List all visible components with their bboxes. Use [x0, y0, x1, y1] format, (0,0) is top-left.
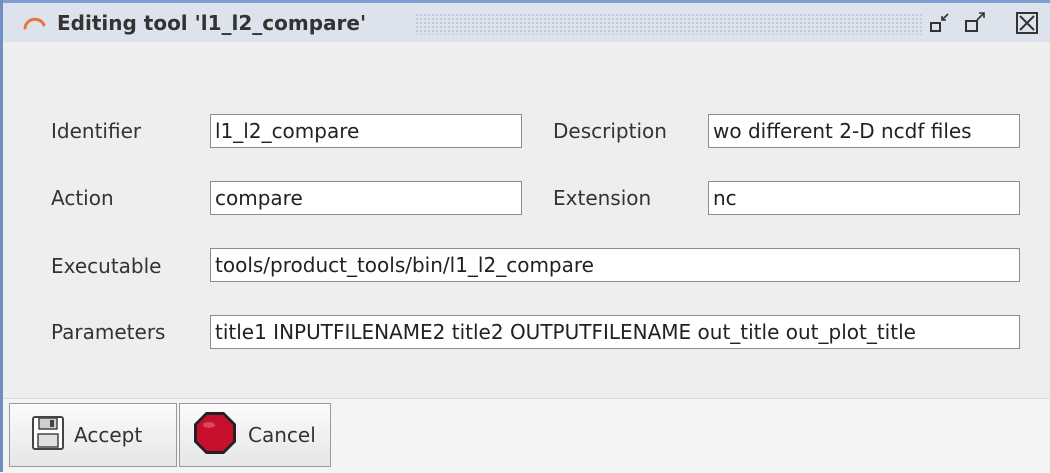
executable-label: Executable: [51, 254, 162, 278]
floppy-disk-icon: [32, 416, 64, 454]
form-panel: Identifier Description Action Extension …: [3, 42, 1050, 398]
description-field[interactable]: [708, 114, 1020, 148]
minimize-window-icon: [928, 11, 952, 39]
spinner-arc-icon: [21, 11, 47, 37]
maximize-window-icon: [963, 11, 987, 39]
stop-sign-icon: [192, 410, 238, 460]
description-label: Description: [553, 119, 667, 143]
accept-button[interactable]: Accept: [9, 403, 177, 467]
identifier-field[interactable]: [210, 114, 522, 148]
parameters-label: Parameters: [51, 320, 166, 344]
executable-field[interactable]: [210, 248, 1020, 282]
extension-label: Extension: [553, 186, 652, 210]
title-bar-texture: [415, 13, 923, 35]
cancel-label: Cancel: [248, 423, 316, 447]
window-title: Editing tool 'l1_l2_compare': [57, 11, 367, 35]
cancel-button[interactable]: Cancel: [179, 403, 331, 467]
parameters-field[interactable]: [210, 315, 1020, 349]
accept-label: Accept: [74, 423, 143, 447]
extension-field[interactable]: [708, 181, 1020, 215]
identifier-label: Identifier: [51, 119, 142, 143]
edit-tool-dialog: Editing tool 'l1_l2_compare' Identifier …: [0, 0, 1050, 473]
action-field[interactable]: [210, 181, 522, 215]
maximize-button[interactable]: [961, 11, 989, 39]
title-bar[interactable]: Editing tool 'l1_l2_compare': [3, 0, 1050, 42]
button-bar: Accept Cancel: [3, 398, 1050, 473]
minimize-button[interactable]: [926, 11, 954, 39]
close-button[interactable]: [1013, 11, 1041, 39]
action-label: Action: [51, 186, 114, 210]
close-window-icon: [1015, 11, 1039, 39]
